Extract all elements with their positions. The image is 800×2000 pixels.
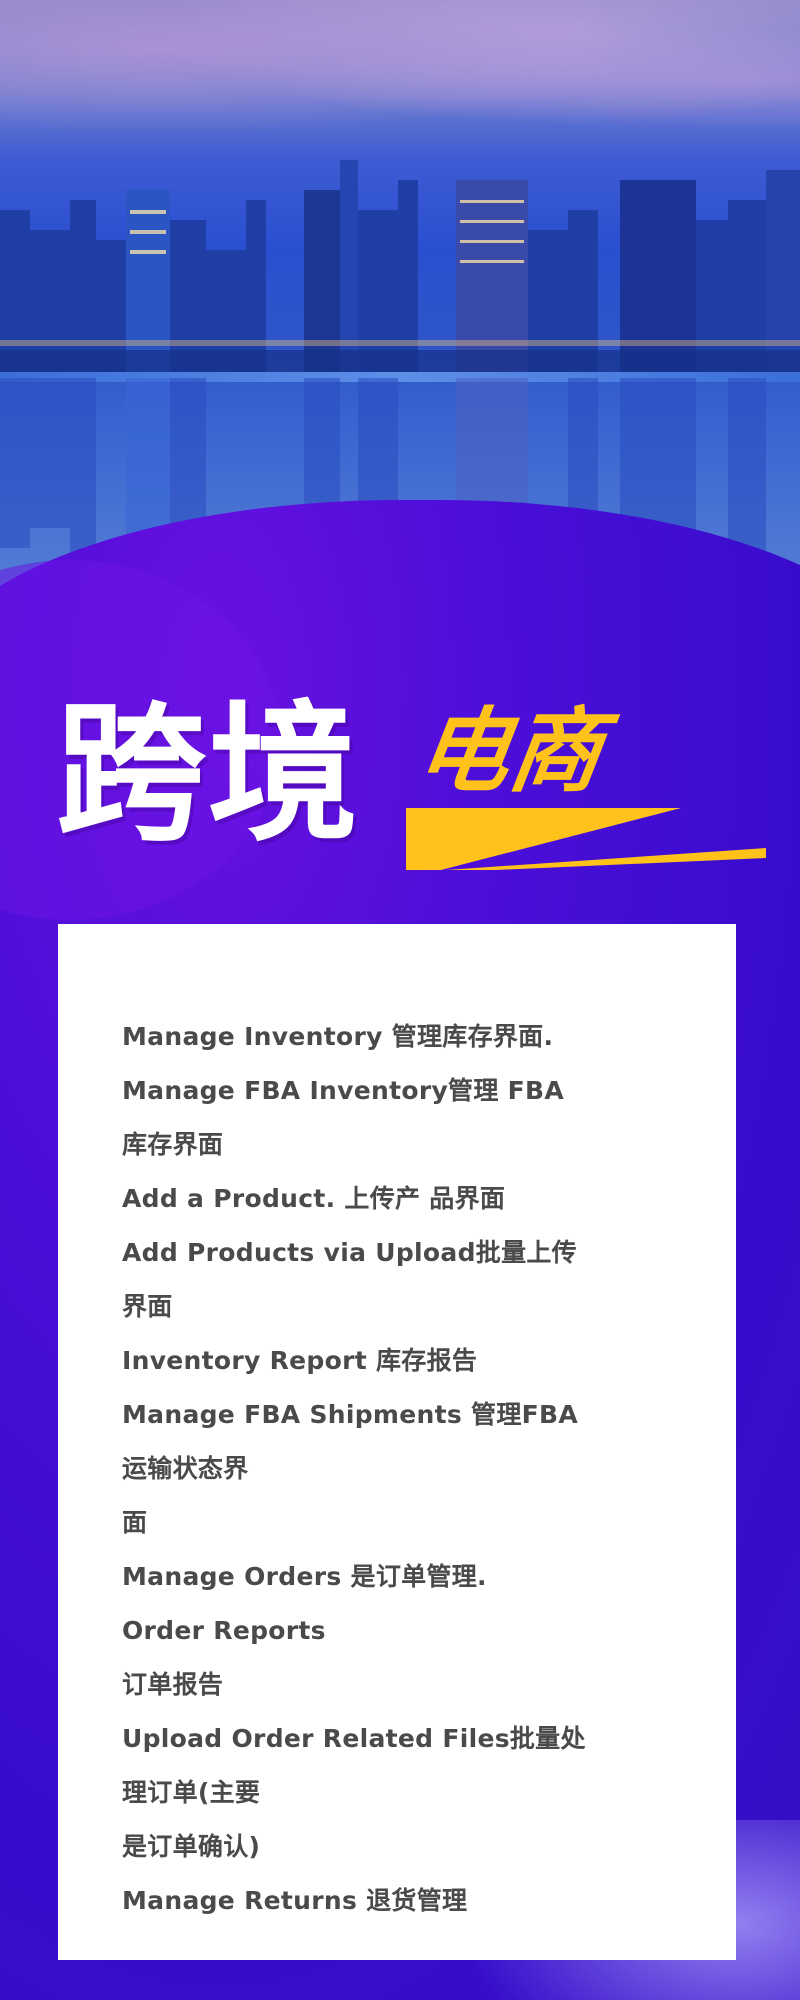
content-card: Manage Inventory 管理库存界面. Manage FBA Inve… [58, 924, 736, 1960]
headline: 跨境 电商 [56, 688, 766, 870]
list-item: 面 [122, 1508, 148, 1537]
list-item: Add a Product. 上传产 品界面 [122, 1184, 506, 1213]
feature-list: Manage Inventory 管理库存界面. Manage FBA Inve… [122, 1010, 702, 1928]
list-item: Manage Inventory 管理库存界面. [122, 1022, 554, 1051]
list-item: Upload Order Related Files批量处 [122, 1724, 586, 1753]
list-item: 理订单(主要 [122, 1778, 261, 1807]
list-item: Manage FBA Shipments 管理FBA [122, 1400, 579, 1429]
accent-stripe-decoration [406, 808, 766, 870]
list-item: 是订单确认) [122, 1832, 261, 1861]
list-item: Add Products via Upload批量上传 [122, 1238, 577, 1267]
headline-main-text: 跨境 [56, 688, 361, 862]
list-item: Manage FBA Inventory管理 FBA [122, 1076, 565, 1105]
clouds [0, 0, 800, 160]
list-item: Manage Orders 是订单管理. [122, 1562, 487, 1591]
poster: 跨境 电商 Manage Inventory 管理库存界面. Manage FB… [0, 0, 800, 2000]
city-skyline [0, 160, 800, 380]
list-item: Inventory Report 库存报告 [122, 1346, 478, 1375]
list-item: 界面 [122, 1292, 173, 1321]
list-item: Order Reports [122, 1616, 326, 1645]
list-item: 运输状态界 [122, 1454, 249, 1483]
list-item: 库存界面 [122, 1130, 224, 1159]
list-item: Manage Returns 退货管理 [122, 1886, 468, 1915]
headline-accent-text: 电商 [410, 697, 610, 805]
list-item: 订单报告 [122, 1670, 224, 1699]
